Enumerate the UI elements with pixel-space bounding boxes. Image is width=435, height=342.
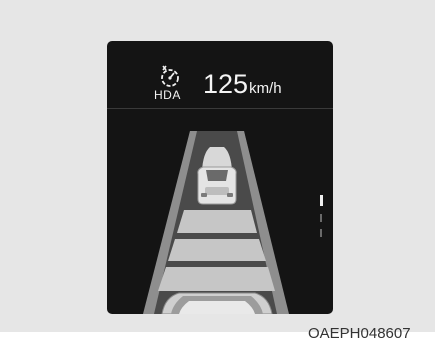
speed-unit: km/h bbox=[249, 80, 282, 97]
distance-bar-2 bbox=[168, 239, 266, 261]
hda-label: HDA bbox=[154, 88, 181, 102]
speed-value: 125 bbox=[203, 69, 249, 99]
instrument-cluster-display: HDA 125km/h bbox=[107, 41, 333, 314]
road-scene bbox=[143, 131, 323, 314]
distance-bar-3 bbox=[158, 267, 275, 291]
lane-indicator-icon bbox=[320, 195, 323, 237]
steering-speed-assist-icon bbox=[161, 65, 179, 87]
distance-bar-1 bbox=[177, 210, 257, 233]
own-car-icon bbox=[161, 292, 273, 314]
set-speed-readout: 125km/h bbox=[203, 69, 282, 104]
figure-code: OAEPH048607 bbox=[308, 325, 411, 342]
status-header: HDA 125km/h bbox=[107, 41, 333, 107]
